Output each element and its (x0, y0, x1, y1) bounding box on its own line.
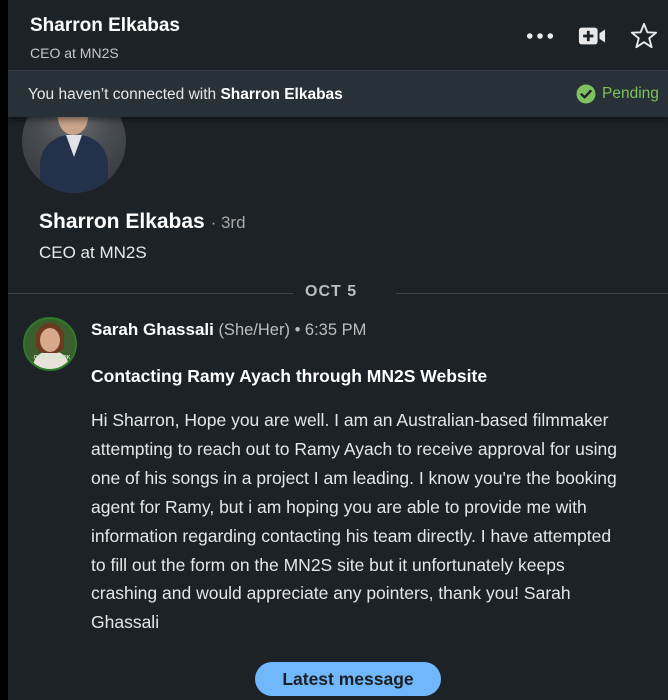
message-subject: Contacting Ramy Ayach through MN2S Websi… (91, 366, 488, 386)
banner-prefix: You haven’t connected with (28, 86, 221, 103)
messaging-window: Sharron Elkabas CEO at MN2S You haven’t … (0, 0, 668, 700)
connection-banner: You haven’t connected with Sharron Elkab… (8, 71, 668, 117)
star-icon[interactable] (630, 22, 658, 50)
profile-name[interactable]: Sharron Elkabas (39, 210, 205, 233)
date-label: OCT 5 (305, 283, 358, 300)
conversation-header: Sharron Elkabas CEO at MN2S (8, 0, 668, 71)
more-icon[interactable] (526, 22, 554, 50)
sender-pronouns: (She/Her) (218, 321, 290, 339)
connection-degree: · 3rd (210, 213, 246, 232)
date-divider: OCT 5 (8, 282, 668, 304)
check-circle-icon (576, 84, 596, 104)
video-call-icon[interactable] (578, 22, 606, 50)
left-rail (0, 0, 8, 700)
open-to-work-badge: OPENTOWORK (33, 355, 71, 361)
banner-contact-name: Sharron Elkabas (220, 86, 343, 103)
header-contact-headline: CEO at MN2S (30, 45, 119, 61)
sender-avatar[interactable]: OPENTOWORK (23, 317, 77, 371)
profile-name-line: Sharron Elkabas · 3rd (39, 210, 246, 234)
sender-name[interactable]: Sarah Ghassali (91, 320, 214, 339)
header-contact-name[interactable]: Sharron Elkabas (30, 15, 180, 37)
pending-label: Pending (602, 85, 659, 102)
header-actions (526, 22, 658, 50)
message-time: • 6:35 PM (294, 321, 367, 339)
profile-headline: CEO at MN2S (39, 243, 147, 262)
message-sender-line: Sarah Ghassali (She/Her) • 6:35 PM (91, 320, 366, 340)
latest-message-button[interactable]: Latest message (255, 662, 441, 696)
message-thread[interactable]: Sharron Elkabas · 3rd CEO at MN2S OCT 5 … (8, 117, 668, 700)
connection-banner-text: You haven’t connected with Sharron Elkab… (28, 86, 343, 104)
message-body: Hi Sharron, Hope you are well. I am an A… (91, 410, 617, 633)
pending-status: Pending (576, 84, 659, 104)
profile-photo[interactable] (22, 117, 126, 193)
